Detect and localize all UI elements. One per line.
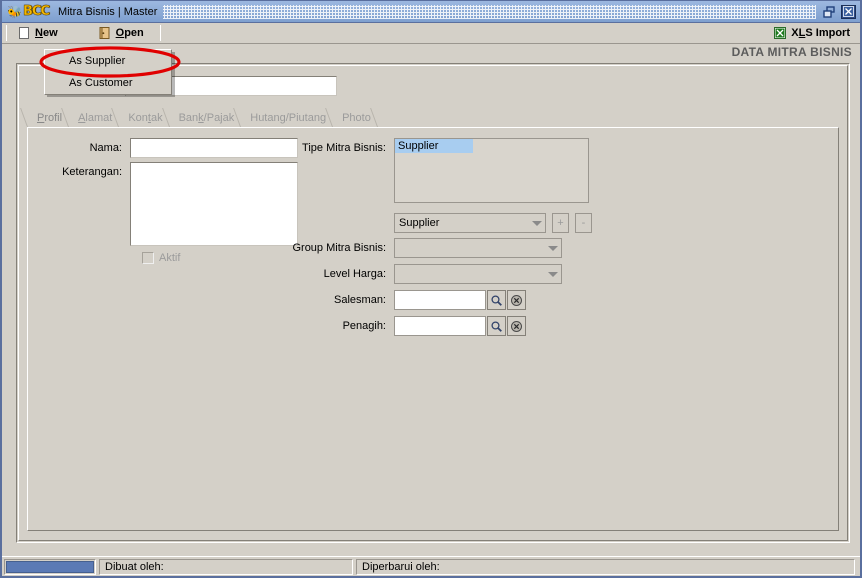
salesman-clear-button[interactable] xyxy=(507,290,526,310)
nama-input[interactable] xyxy=(130,138,298,158)
new-button-label: NNewew xyxy=(35,27,58,39)
progress-indicator xyxy=(4,558,96,575)
chevron-down-icon[interactable] xyxy=(544,265,561,283)
level-harga-label: Level Harga: xyxy=(323,268,386,280)
page-title: DATA MITRA BISNIS xyxy=(731,45,852,59)
tab-profil-label: Profil xyxy=(37,111,63,124)
penagih-lookup-button[interactable] xyxy=(487,316,506,336)
xls-spreadsheet-icon xyxy=(773,26,787,40)
tipe-mitra-bisnis-listbox[interactable]: Supplier xyxy=(394,138,589,203)
tipe-mitra-bisnis-label: Tipe Mitra Bisnis: xyxy=(302,142,386,154)
search-icon xyxy=(491,294,502,306)
tab-bank-pajak-label: Bank/Pajak xyxy=(178,111,235,124)
nama-label: Nama: xyxy=(89,142,122,154)
remove-tipe-button[interactable]: - xyxy=(575,213,592,233)
new-button[interactable]: NNewew xyxy=(11,24,66,43)
tab-bank-pajak[interactable]: Bank/Pajak xyxy=(168,108,244,127)
open-dropdown-menu[interactable]: As Supplier As Customer xyxy=(44,49,172,95)
main-panel-inner: K Profil Alamat Kontak Bank/Pajak Huta xyxy=(18,65,848,541)
tab-strip-end xyxy=(376,108,391,127)
search-icon xyxy=(491,320,502,332)
nama-field-row: Nama: xyxy=(38,138,298,158)
bee-icon: 🐝 xyxy=(7,4,22,19)
aktif-checkbox-row[interactable]: Aktif xyxy=(142,252,180,264)
menu-item-as-supplier[interactable]: As Supplier xyxy=(45,50,171,72)
penagih-input[interactable] xyxy=(394,316,486,336)
salesman-lookup-button[interactable] xyxy=(487,290,506,310)
toolbar-right-group: XLS Import xyxy=(767,24,860,43)
tipe-mitra-bisnis-combo[interactable]: Supplier xyxy=(394,213,546,233)
toolbar: NNewew Open xyxy=(2,23,860,44)
tab-photo-label: Photo xyxy=(342,111,371,124)
xls-import-button[interactable]: XLS Import xyxy=(767,24,858,43)
restore-window-button[interactable] xyxy=(822,5,837,19)
main-panel: K Profil Alamat Kontak Bank/Pajak Huta xyxy=(16,63,850,543)
group-mitra-bisnis-label: Group Mitra Bisnis: xyxy=(292,242,386,254)
penagih-clear-button[interactable] xyxy=(507,316,526,336)
toolbar-separator-left xyxy=(6,25,7,41)
clear-circle-icon xyxy=(511,320,522,332)
tab-alamat-label: Alamat xyxy=(78,111,113,124)
updated-by-status: Diperbarui oleh: xyxy=(356,558,855,575)
chevron-down-icon[interactable] xyxy=(528,214,545,232)
salesman-row: Salesman: xyxy=(284,290,526,310)
salesman-input[interactable] xyxy=(394,290,486,310)
open-button-label: Open xyxy=(115,27,144,39)
title-bar: 🐝 BCC Mitra Bisnis | Master xyxy=(2,1,860,23)
application-window: 🐝 BCC Mitra Bisnis | Master New Open XLS… xyxy=(0,0,862,578)
tipe-combo-value: Supplier xyxy=(399,217,440,229)
tab-hutang-piutang[interactable]: Hutang/Piutang xyxy=(240,108,336,127)
group-mitra-bisnis-combo[interactable] xyxy=(394,238,562,258)
title-bar-texture xyxy=(163,4,816,19)
menu-item-as-customer[interactable]: As Customer xyxy=(45,72,171,94)
chevron-down-icon[interactable] xyxy=(544,239,561,257)
keterangan-field-row: Keterangan: xyxy=(38,162,298,246)
level-harga-combo[interactable] xyxy=(394,264,562,284)
keterangan-textarea[interactable] xyxy=(130,162,298,246)
salesman-label: Salesman: xyxy=(334,294,386,306)
close-window-button[interactable] xyxy=(841,4,856,19)
penagih-label: Penagih: xyxy=(342,320,386,332)
penagih-row: Penagih: xyxy=(284,316,526,336)
group-mitra-bisnis-row: Group Mitra Bisnis: xyxy=(284,238,562,258)
toolbar-separator-right xyxy=(159,25,161,41)
tipe-combo-row: Supplier + - xyxy=(394,213,592,233)
aktif-label: Aktif xyxy=(159,252,181,264)
aktif-checkbox[interactable] xyxy=(142,252,154,264)
tab-hutang-piutang-label: Hutang/Piutang xyxy=(250,111,327,124)
level-harga-row: Level Harga: xyxy=(284,264,562,284)
open-folder-icon xyxy=(98,26,112,40)
tab-content-profil: Nama: Keterangan: Aktif Tipe Mitra Bisni… xyxy=(27,127,839,531)
progress-bar-fill xyxy=(6,560,94,573)
logo-text: BCC xyxy=(22,4,50,19)
status-bar: Dibuat oleh: Diperbarui oleh: xyxy=(2,556,860,576)
created-by-status: Dibuat oleh: xyxy=(99,558,353,575)
app-logo-icon: 🐝 BCC xyxy=(5,4,51,20)
new-document-icon xyxy=(17,26,31,40)
tipe-mitra-bisnis-row: Tipe Mitra Bisnis: Supplier xyxy=(284,138,589,203)
list-item[interactable]: Supplier xyxy=(395,139,473,153)
add-tipe-button[interactable]: + xyxy=(552,213,569,233)
tab-strip: Profil Alamat Kontak Bank/Pajak Hutang/P… xyxy=(27,108,839,127)
clear-circle-icon xyxy=(511,294,522,306)
xls-import-label: XLS Import xyxy=(791,27,850,39)
open-button[interactable]: Open xyxy=(92,24,152,43)
window-title: Mitra Bisnis | Master xyxy=(57,5,158,18)
tab-kontak-label: Kontak xyxy=(128,111,163,124)
keterangan-label: Keterangan: xyxy=(62,166,122,178)
